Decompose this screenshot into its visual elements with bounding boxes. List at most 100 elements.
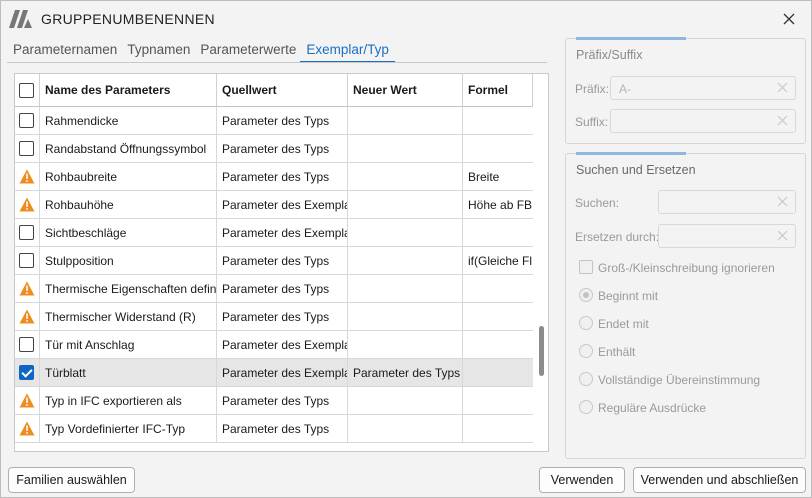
new-value-cell[interactable]: [348, 415, 463, 442]
match-option-label: Beginnt mit: [598, 289, 659, 303]
source-value-cell[interactable]: Parameter des Typs: [217, 415, 348, 442]
table-header-row: Name des Parameters Quellwert Neuer Wert…: [15, 74, 533, 107]
select-all-checkbox[interactable]: [19, 82, 34, 98]
header-source-value[interactable]: Quellwert: [217, 74, 348, 106]
match-option-radio[interactable]: [579, 316, 593, 330]
table-row[interactable]: Thermischer Widerstand (R) Parameter des …: [15, 303, 533, 331]
table-row[interactable]: Rohbaubreite Parameter des Typs Breite: [15, 163, 533, 191]
match-option-radio[interactable]: [579, 400, 593, 414]
source-value-cell[interactable]: Parameter des Typs: [217, 135, 348, 162]
row-checkbox[interactable]: [19, 225, 34, 240]
clear-icon[interactable]: [777, 196, 788, 207]
row-checkbox[interactable]: [19, 253, 34, 268]
apply-and-close-button[interactable]: Verwenden und abschließen: [633, 467, 806, 493]
table-row[interactable]: Sichtbeschläge Parameter des Exemplars: [15, 219, 533, 247]
new-value-cell[interactable]: Parameter des Typs: [348, 359, 463, 386]
source-value-cell[interactable]: Parameter des Exemplars: [217, 191, 348, 218]
row-select-cell[interactable]: [15, 107, 40, 134]
source-value-cell[interactable]: Parameter des Typs: [217, 247, 348, 274]
parameter-name-cell: Sichtbeschläge: [40, 219, 217, 246]
clear-icon[interactable]: [777, 230, 788, 241]
parameter-name-cell: Rohbaubreite: [40, 163, 217, 190]
parameter-name-cell: Typ in IFC exportieren als: [40, 387, 217, 414]
table-scrollbar[interactable]: [534, 74, 548, 451]
select-all-cell: [15, 74, 40, 106]
header-new-value[interactable]: Neuer Wert: [348, 74, 463, 106]
row-select-cell[interactable]: [15, 275, 40, 302]
row-select-cell[interactable]: [15, 247, 40, 274]
row-checkbox[interactable]: [19, 365, 34, 380]
match-option-radio[interactable]: [579, 372, 593, 386]
formula-cell: [463, 415, 533, 442]
new-value-cell[interactable]: [348, 387, 463, 414]
close-icon: [783, 13, 795, 25]
source-value-cell[interactable]: Parameter des Exemplars: [217, 219, 348, 246]
source-value-cell[interactable]: Parameter des Typs: [217, 303, 348, 330]
table-row[interactable]: Randabstand Öffnungssymbol Parameter des …: [15, 135, 533, 163]
table-row[interactable]: Tür mit Anschlag Parameter des Exemplars: [15, 331, 533, 359]
row-select-cell[interactable]: [15, 135, 40, 162]
row-select-cell[interactable]: [15, 415, 40, 442]
row-checkbox[interactable]: [19, 337, 34, 352]
header-formula[interactable]: Formel: [463, 74, 533, 106]
search-input[interactable]: [658, 190, 796, 214]
source-value-cell[interactable]: Parameter des Exemplars: [217, 359, 348, 386]
new-value-cell[interactable]: [348, 219, 463, 246]
row-checkbox[interactable]: [19, 113, 34, 128]
source-value-cell[interactable]: Parameter des Typs: [217, 387, 348, 414]
new-value-cell[interactable]: [348, 163, 463, 190]
table-row[interactable]: Thermische Eigenschaften definierenParam…: [15, 275, 533, 303]
source-value-cell[interactable]: Parameter des Exemplars: [217, 331, 348, 358]
new-value-cell[interactable]: [348, 275, 463, 302]
row-select-cell[interactable]: [15, 331, 40, 358]
close-button[interactable]: [773, 5, 805, 33]
tab-parameternamen[interactable]: Parameternamen: [13, 42, 117, 62]
tab-bar: Parameternamen Typnamen Parameterwerte E…: [13, 42, 399, 63]
tab-typnamen[interactable]: Typnamen: [127, 42, 190, 62]
new-value-cell[interactable]: [348, 135, 463, 162]
source-value-cell[interactable]: Parameter des Typs: [217, 163, 348, 190]
parameter-table: Name des Parameters Quellwert Neuer Wert…: [14, 73, 549, 452]
parameter-name-cell: Rohbauhöhe: [40, 191, 217, 218]
tab-parameterwerte[interactable]: Parameterwerte: [200, 42, 296, 62]
prefix-suffix-title: Präfix/Suffix: [576, 48, 643, 62]
clear-icon[interactable]: [777, 82, 788, 93]
row-select-cell[interactable]: [15, 303, 40, 330]
prefix-input[interactable]: A-: [610, 76, 796, 100]
table-row[interactable]: Türblatt Parameter des Exemplars Parameter…: [15, 359, 533, 387]
suffix-input[interactable]: [610, 109, 796, 133]
row-checkbox[interactable]: [19, 141, 34, 156]
row-select-cell[interactable]: [15, 359, 40, 386]
tab-divider: [7, 62, 547, 63]
new-value-cell[interactable]: [348, 303, 463, 330]
prefix-value: A-: [619, 82, 631, 96]
source-value-cell[interactable]: Parameter des Typs: [217, 275, 348, 302]
scrollbar-thumb[interactable]: [539, 326, 544, 376]
apply-button[interactable]: Verwenden: [539, 467, 625, 493]
ignore-case-checkbox[interactable]: [579, 260, 593, 274]
replace-input[interactable]: [658, 224, 796, 248]
new-value-cell[interactable]: [348, 107, 463, 134]
clear-icon[interactable]: [777, 115, 788, 126]
table-row[interactable]: Typ Vordefinierter IFC-Typ Parameter des …: [15, 415, 533, 443]
new-value-cell[interactable]: [348, 191, 463, 218]
source-value-cell[interactable]: Parameter des Typs: [217, 107, 348, 134]
new-value-cell[interactable]: [348, 247, 463, 274]
header-parameter-name[interactable]: Name des Parameters: [40, 74, 217, 106]
table-row[interactable]: Rohbauhöhe Parameter des Exemplars Höhe ab…: [15, 191, 533, 219]
match-option-radio[interactable]: [579, 344, 593, 358]
table-row[interactable]: Rahmendicke Parameter des Typs: [15, 107, 533, 135]
new-value-cell[interactable]: [348, 331, 463, 358]
row-select-cell[interactable]: [15, 387, 40, 414]
warning-icon: [19, 281, 35, 296]
match-option-radio[interactable]: [579, 288, 593, 302]
table-row[interactable]: Typ in IFC exportieren als Parameter des …: [15, 387, 533, 415]
row-select-cell[interactable]: [15, 191, 40, 218]
table-row[interactable]: Stulpposition Parameter des Typs if(Gleich…: [15, 247, 533, 275]
select-families-button[interactable]: Familien auswählen: [8, 467, 135, 493]
tab-exemplar-typ[interactable]: Exemplar/Typ: [300, 42, 395, 63]
dialog-window: GRUPPENUMBENENNEN Parameternamen Typname…: [0, 0, 812, 498]
prefix-suffix-panel: Präfix/Suffix Präfix: A- Suffix:: [565, 37, 806, 144]
row-select-cell[interactable]: [15, 219, 40, 246]
row-select-cell[interactable]: [15, 163, 40, 190]
